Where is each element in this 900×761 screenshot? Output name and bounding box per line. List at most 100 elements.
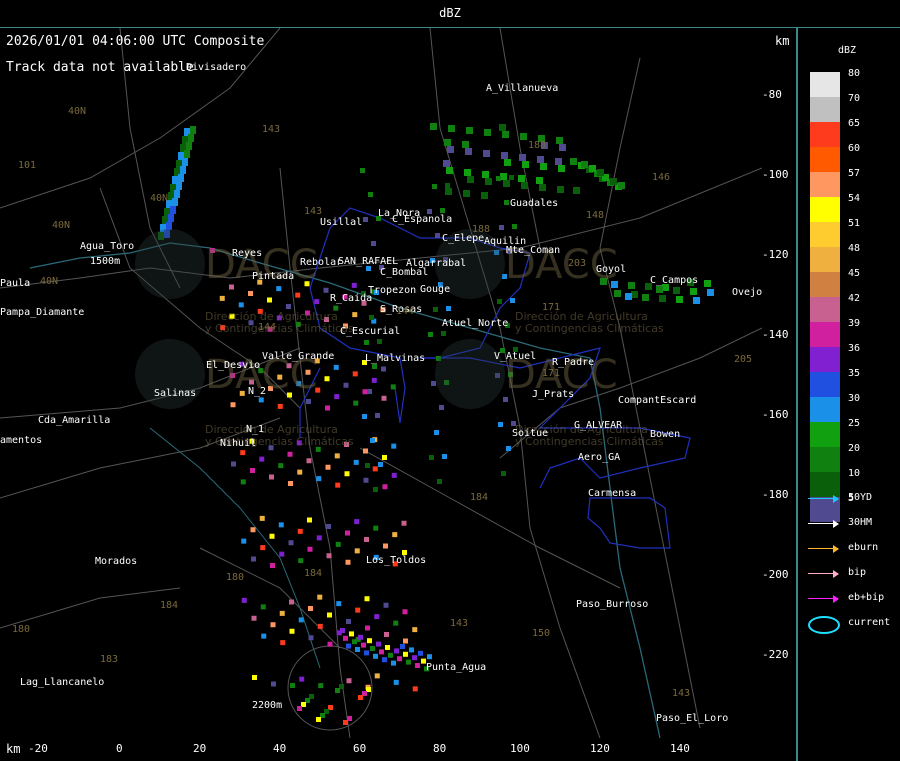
radar-echo-cell <box>335 688 340 693</box>
color-scale-label: 60 <box>848 143 861 154</box>
radar-echo-cell <box>372 364 377 369</box>
watermark-logo-icon <box>135 229 205 299</box>
radar-echo-cell <box>176 182 182 190</box>
color-swatch <box>810 472 840 497</box>
radar-echo-cell <box>589 165 596 172</box>
radar-echo-cell <box>381 366 386 372</box>
radar-echo-cell <box>371 241 376 246</box>
radar-echo-cell <box>382 455 387 460</box>
radar-echo-cell <box>537 156 544 163</box>
place-label: Valle_Grande <box>262 351 335 362</box>
place-label: N_1 <box>246 424 265 435</box>
radar-echo-cell <box>581 161 588 168</box>
legend-track-label: 30HM <box>848 517 873 528</box>
radar-echo-cell <box>370 646 375 651</box>
radar-echo-cell <box>433 307 438 312</box>
radar-echo-cell <box>364 537 369 542</box>
color-scale-label: 20 <box>848 443 861 454</box>
color-swatch <box>810 447 840 472</box>
radar-echo-cell <box>409 647 414 653</box>
route-number-label: 205 <box>734 354 753 365</box>
color-scale-label: 80 <box>848 68 861 79</box>
color-swatch <box>810 422 840 447</box>
y-tick: -200 <box>762 568 789 581</box>
radar-echo-cell <box>287 451 293 457</box>
place-label: Agua_Toro <box>80 241 135 252</box>
route-number-label: 144 <box>396 306 415 317</box>
radar-echo-cell <box>307 546 313 552</box>
radar-echo-cell <box>496 176 501 181</box>
radar-echo-cell <box>371 377 377 383</box>
place-label: Usillal <box>320 217 363 228</box>
color-swatch <box>810 147 840 172</box>
legend-panel: dBZ 80 70 65 60 57 54 51 48 45 42 39 36 35 30 25 20 10 5 … <box>800 28 900 761</box>
radar-echo-cell <box>441 331 446 336</box>
road-line <box>0 28 281 209</box>
x-tick: 120 <box>590 742 610 755</box>
place-label: Punta_Agua <box>426 662 487 673</box>
radar-echo-cell <box>447 146 454 153</box>
radar-echo-cell <box>382 484 388 490</box>
color-swatch <box>810 72 840 97</box>
radar-echo-cell <box>269 533 275 539</box>
radar-echo-cell <box>346 643 351 649</box>
radar-echo-cell <box>401 520 407 526</box>
radar-echo-cell <box>467 176 474 183</box>
color-swatch <box>810 247 840 272</box>
route-number-label: 40N <box>40 276 59 287</box>
place-label: J_Prats <box>532 389 575 400</box>
color-scale-label: 57 <box>848 168 861 179</box>
radar-echo-cell <box>427 654 432 660</box>
radar-echo-cell <box>570 158 577 165</box>
track-arrow-icon <box>808 520 839 528</box>
x-tick: 100 <box>510 742 530 755</box>
radar-echo-cell <box>394 648 399 654</box>
route-number-label: 171 <box>542 302 561 313</box>
radar-echo-cell <box>250 527 256 533</box>
place-label: SAN_RAFAEL <box>338 256 399 267</box>
radar-echo-cell <box>363 448 368 454</box>
radar-echo-cell <box>355 647 360 652</box>
radar-echo-cell <box>704 280 711 287</box>
radar-echo-cell <box>278 522 284 528</box>
radar-echo-cell <box>288 540 294 546</box>
radar-echo-cell <box>673 287 680 294</box>
route-number-label: 40N <box>52 220 71 231</box>
radar-echo-cell <box>297 528 303 534</box>
radar-echo-cell <box>415 663 420 668</box>
radar-echo-cell <box>431 381 436 386</box>
color-scale-label: 70 <box>848 93 861 104</box>
radar-echo-cell <box>377 339 382 344</box>
y-tick: -160 <box>762 408 789 421</box>
radar-echo-cell <box>344 471 350 477</box>
radar-canvas: DACC DACCDACC DACCDirección de Agricultura… <box>0 28 762 738</box>
color-scale <box>810 72 840 522</box>
color-scale-label: 39 <box>848 318 861 329</box>
radar-echo-cell <box>297 706 302 711</box>
radar-echo-cell <box>391 472 397 478</box>
watermark-subtext: y Contingencias Climáticas <box>515 322 664 335</box>
radar-echo-cell <box>400 644 405 649</box>
radar-echo-cell <box>614 290 621 297</box>
track-arrow-icon <box>808 570 839 578</box>
boundary-line <box>394 357 406 424</box>
radar-echo-cell <box>260 604 266 610</box>
place-label: Bowen <box>650 429 681 440</box>
place-label: C_Escurial <box>340 326 401 337</box>
radar-echo-cell <box>628 282 635 289</box>
route-number-label: 143 <box>262 124 281 135</box>
radar-echo-cell <box>364 596 370 602</box>
radar-echo-cell <box>353 400 359 406</box>
x-tick: 0 <box>116 742 123 755</box>
radar-echo-cell <box>374 614 380 620</box>
route-number-label: 146 <box>652 172 671 183</box>
radar-echo-cell <box>190 126 196 134</box>
radar-echo-cell <box>325 405 330 411</box>
route-number-label: 183 <box>100 654 119 665</box>
radar-echo-cell <box>317 623 323 629</box>
radar-echo-cell <box>376 641 381 647</box>
radar-echo-cell <box>481 192 488 199</box>
radar-map[interactable]: DACC DACC DACC DACC Dirección de Agricultura… <box>0 28 762 738</box>
radar-echo-cell <box>184 150 190 158</box>
radar-echo-cell <box>625 293 632 300</box>
